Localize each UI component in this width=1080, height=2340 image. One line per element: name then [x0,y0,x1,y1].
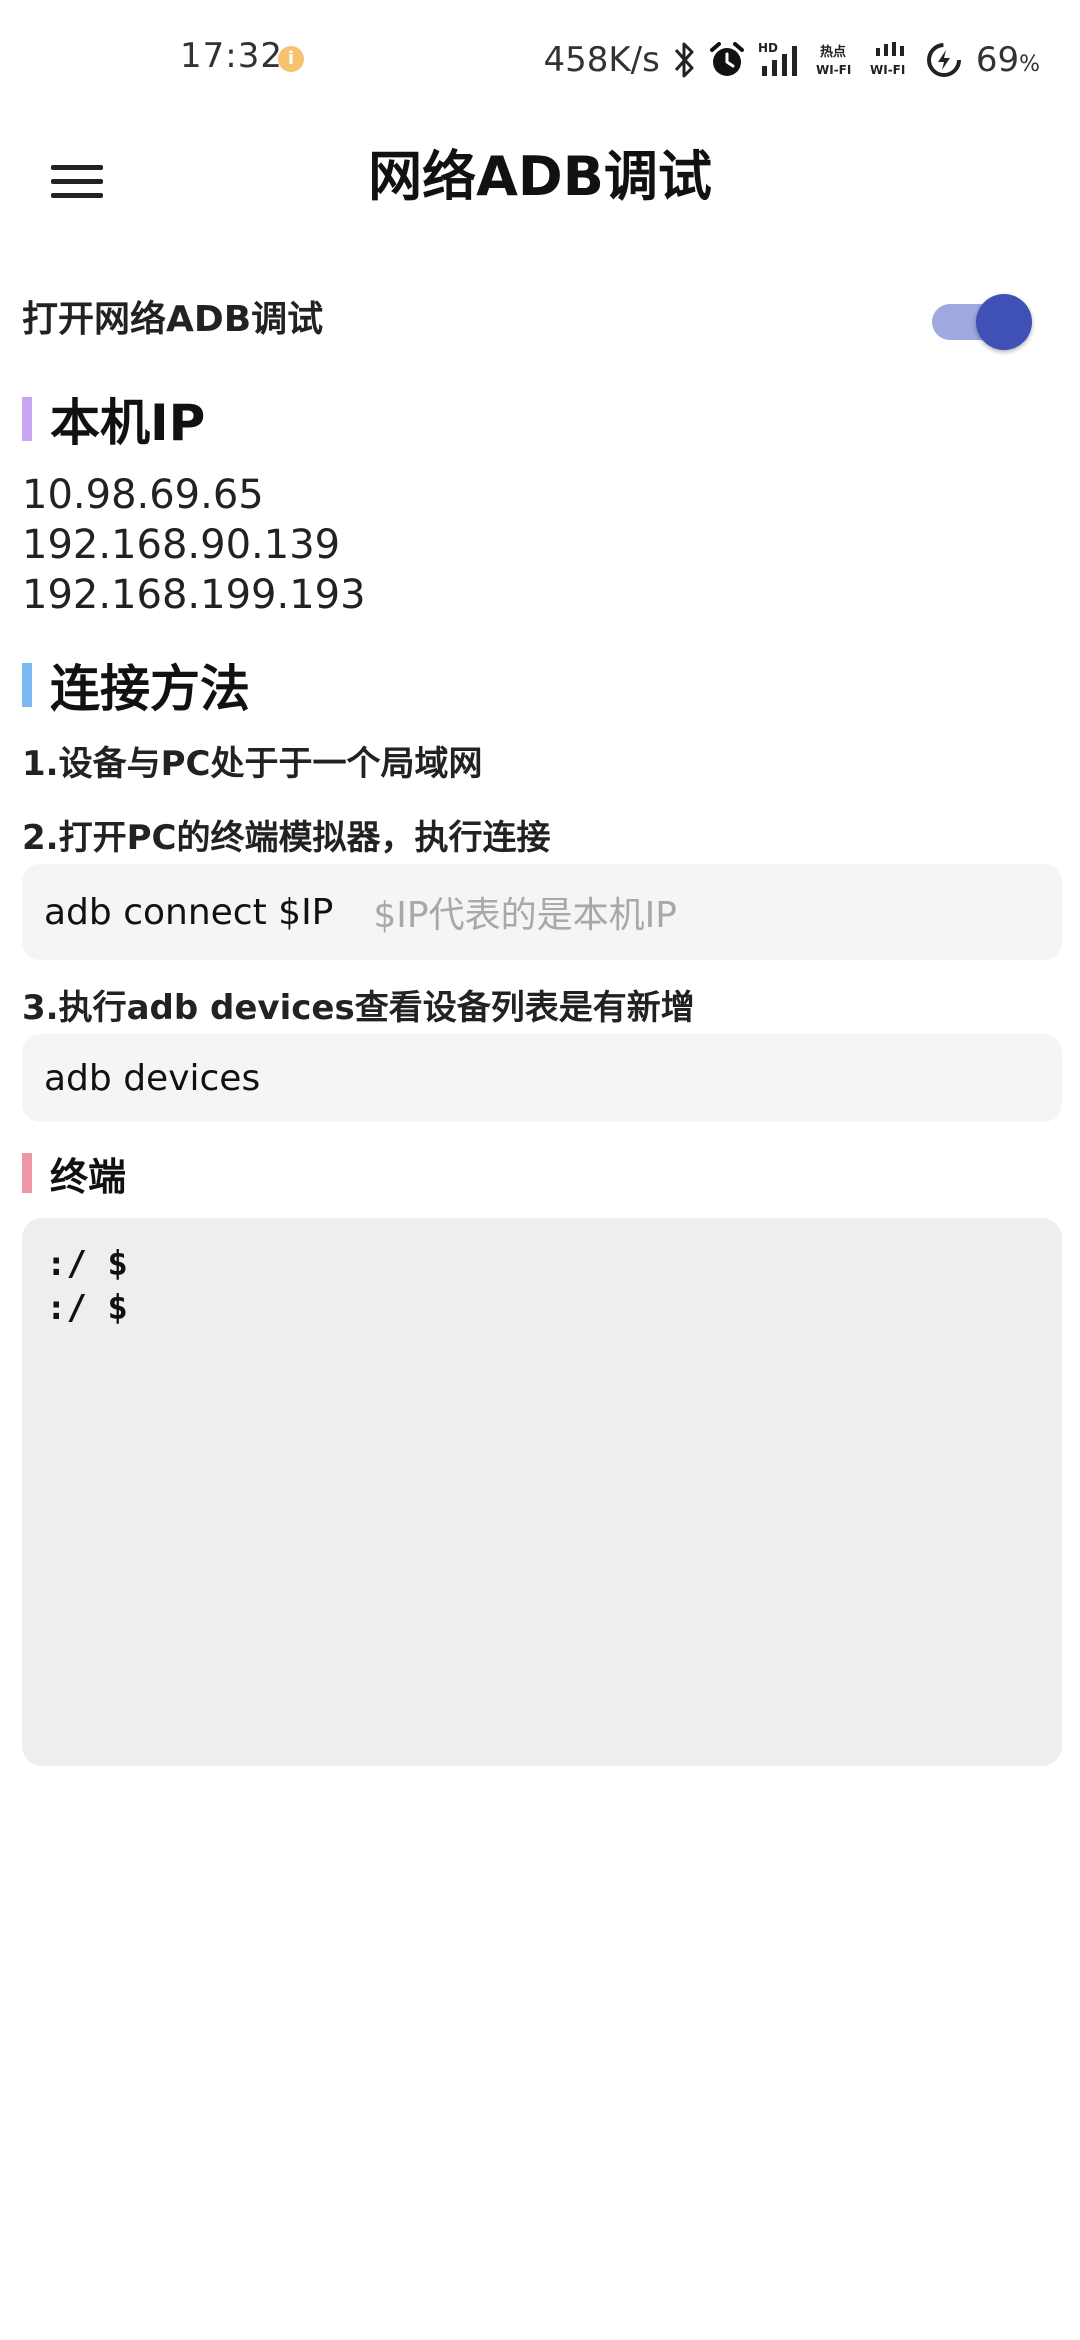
battery-level: 69% [975,40,1040,80]
status-bar: 17:32 i 458K/s HD 热点 WI-FI WI-FI 69% [0,0,1080,120]
wifi-signal-icon: WI-FI [870,40,912,80]
terminal-line: :/ $ [46,1288,128,1328]
ip-item: 192.168.199.193 [22,572,366,618]
page-title: 网络ADB调试 [368,145,712,208]
step-1: 1.设备与PC处于于一个局域网 [22,744,483,784]
info-dot-icon: i [278,46,304,72]
hotspot-label: 热点 [820,44,846,60]
net-speed: 458K/s [543,40,660,80]
app-bar: 网络ADB调试 [0,120,1080,290]
hotspot-wifi-label: WI-FI [816,63,851,77]
hd-label: HD [758,41,778,55]
command-connect-text: adb connect $IP [44,891,334,933]
command-devices-box[interactable]: adb devices [22,1034,1062,1122]
ip-item: 192.168.90.139 [22,522,341,568]
hd-signal-icon: HD [758,40,804,80]
adb-toggle-label: 打开网络ADB调试 [22,299,324,340]
command-connect-box[interactable]: adb connect $IP $IP代表的是本机IP [22,864,1062,960]
section-local-ip: 本机IP [22,386,205,452]
terminal-output[interactable]: :/ $ :/ $ [22,1218,1062,1766]
step-2: 2.打开PC的终端模拟器，执行连接 [22,818,551,858]
adb-toggle-switch[interactable] [930,292,1034,350]
battery-charging-icon [924,40,964,80]
hotspot-wifi-icon: 热点 WI-FI [816,40,858,80]
step-3: 3.执行adb devices查看设备列表是有新增 [22,988,695,1028]
section-accent-bar [22,397,32,441]
bluetooth-icon [672,40,696,80]
ip-item: 10.98.69.65 [22,472,264,518]
section-accent-bar [22,1153,32,1193]
section-terminal: 终端 [22,1150,126,1199]
section-accent-bar [22,663,32,707]
section-title-local-ip: 本机IP [50,394,206,452]
section-connect-method: 连接方法 [22,652,250,718]
section-title-connect-method: 连接方法 [50,660,250,718]
status-time: 17:32 [180,36,283,76]
adb-toggle-row: 打开网络ADB调试 [0,270,1080,370]
command-connect-hint: $IP代表的是本机IP [373,895,677,936]
command-devices-text: adb devices [44,1057,261,1099]
alarm-icon [708,40,746,80]
ip-list: 10.98.69.65 192.168.90.139 192.168.199.1… [22,470,366,620]
terminal-line: :/ $ [46,1244,128,1284]
section-title-terminal: 终端 [50,1154,127,1199]
status-icons: 458K/s HD 热点 WI-FI WI-FI 69% [543,30,1040,90]
switch-thumb [976,294,1032,350]
wifi-label: WI-FI [870,63,905,77]
